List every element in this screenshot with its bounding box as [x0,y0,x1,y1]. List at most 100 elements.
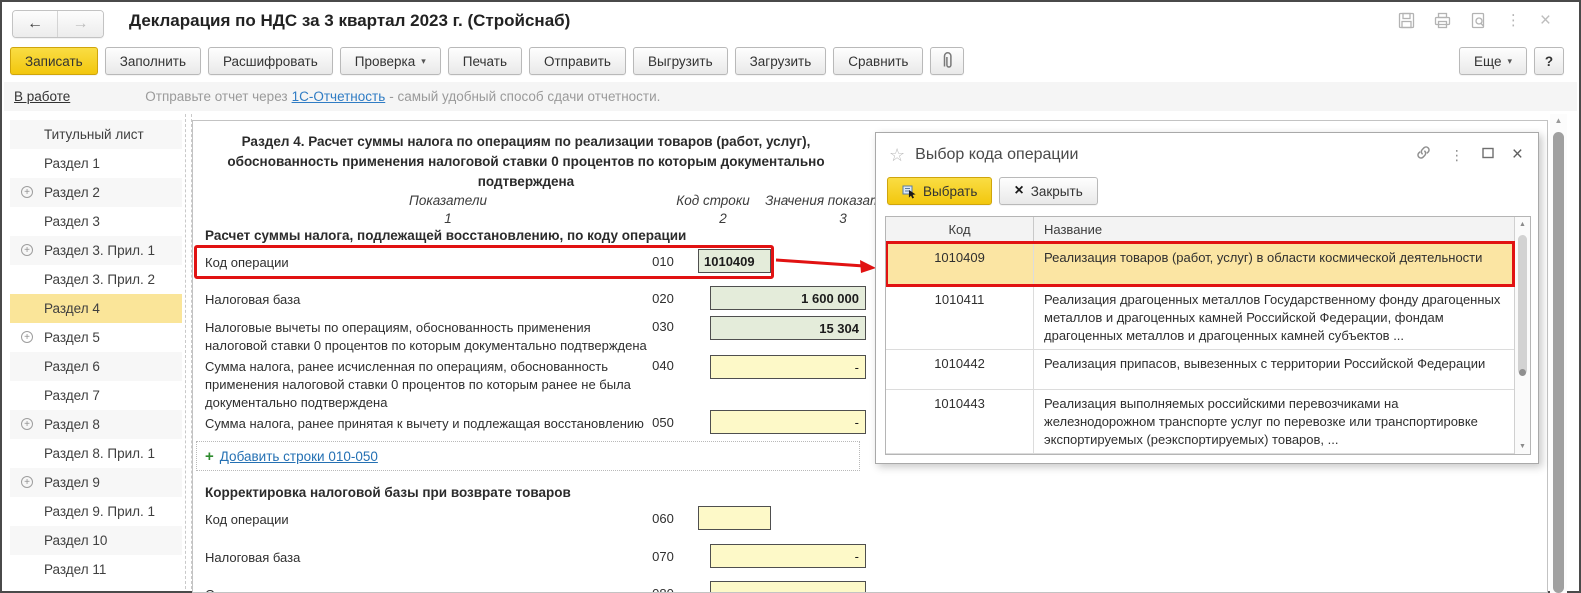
expand-icon[interactable]: + [21,331,33,343]
column-header-indicators: Показатели [409,193,487,208]
status-bar: В работе Отправьте отчет через 1С-Отчетн… [4,82,1577,111]
sidebar-item-section8-app1[interactable]: Раздел 8. Прил. 1 [10,439,182,468]
tax-base-field-070[interactable]: - [710,544,866,568]
section-header-correction: Корректировка налоговой базы при возврат… [205,485,571,500]
line-code: 030 [652,319,674,334]
decipher-button[interactable]: Расшифровать [207,47,333,75]
sidebar-item-section9[interactable]: + Раздел 9 [10,468,182,497]
report-status-link[interactable]: В работе [14,89,70,104]
operation-code-dialog: ☆ Выбор кода операции ⋮ × Выбрать × Закр… [875,132,1539,464]
more-button[interactable]: Еще ▾ [1459,47,1527,75]
title-bar: ← → Декларация по НДС за 3 квартал 2023 … [2,2,1579,44]
sidebar-item-section4[interactable]: Раздел 4 [10,294,182,323]
more-menu-icon[interactable]: ⋮ [1506,12,1521,29]
scrollbar-thumb[interactable] [1518,235,1527,375]
add-rows-box: + Добавить строки 010-050 [196,441,860,471]
table-row-1010442[interactable]: 1010442 Реализация припасов, вывезенных … [886,350,1514,390]
operation-code-field[interactable]: 1010409 [698,249,771,273]
close-button[interactable]: × Закрыть [999,177,1098,205]
attachments-button[interactable] [930,47,965,75]
1c-reporting-link[interactable]: 1С-Отчетность [292,89,386,104]
favorite-star-icon[interactable]: ☆ [889,145,905,166]
dropdown-arrow-icon: ▾ [1507,55,1512,66]
dialog-header: ☆ Выбор кода операции ⋮ × [876,133,1538,177]
app-window: ← → Декларация по НДС за 3 квартал 2023 … [0,0,1581,593]
sidebar-item-section11[interactable]: Раздел 11 [10,555,182,584]
expand-icon[interactable]: + [21,244,33,256]
column-number: 1 [444,211,452,226]
save-button[interactable]: Записать [10,47,98,75]
operation-code-field-060[interactable] [698,506,771,530]
dropdown-arrow-icon: ▾ [421,55,426,66]
table-scrollbar[interactable]: ▲ ▼ [1514,217,1530,454]
fill-button[interactable]: Заполнить [104,47,201,75]
table-row-1010409[interactable]: 1010409 Реализация товаров (работ, услуг… [886,241,1515,287]
sidebar-item-section3-app1[interactable]: + Раздел 3. Прил. 1 [10,236,182,265]
line-code: 070 [652,549,674,564]
line-code: 060 [652,511,674,526]
print-button[interactable]: Печать [447,47,522,75]
send-button[interactable]: Отправить [528,47,626,75]
maximize-icon[interactable] [1482,146,1494,164]
export-button[interactable]: Выгрузить [632,47,728,75]
expand-icon[interactable]: + [21,476,33,488]
dialog-buttons: Выбрать × Закрыть [887,177,1105,205]
forward-arrow-icon: → [72,15,89,32]
tax-previously-calculated-field[interactable]: - [710,355,866,379]
sidebar-item-section8[interactable]: + Раздел 8 [10,410,182,439]
table-row-1010443[interactable]: 1010443 Реализация выполняемых российски… [886,390,1514,454]
table-row-1010411[interactable]: 1010411 Реализация драгоценных металлов … [886,286,1514,350]
import-button[interactable]: Загрузить [734,47,827,75]
scrollbar-grip [1519,369,1526,376]
select-button[interactable]: Выбрать [887,177,993,205]
column-header-code[interactable]: Код [886,217,1034,243]
sidebar-item-section10[interactable]: Раздел 10 [10,526,182,555]
dialog-close-icon[interactable]: × [1512,144,1523,166]
tax-base-field[interactable]: 1 600 000 [710,286,866,310]
page-title: Декларация по НДС за 3 квартал 2023 г. (… [129,11,571,30]
sidebar-item-section3-app2[interactable]: Раздел 3. Прил. 2 [10,265,182,294]
sidebar-item-section7[interactable]: Раздел 7 [10,381,182,410]
tax-restore-field-080[interactable]: - [710,581,866,592]
dialog-title: Выбор кода операции [915,146,1079,163]
plus-icon: + [205,447,214,465]
line-code: 080 [638,586,688,592]
print-icon[interactable] [1434,12,1451,29]
scroll-up-icon[interactable]: ▲ [1550,116,1567,125]
sidebar-item-section3[interactable]: Раздел 3 [10,207,182,236]
dialog-menu-icon[interactable]: ⋮ [1450,147,1464,164]
link-icon[interactable] [1415,144,1432,166]
close-x-icon: × [1014,182,1024,199]
sidebar-item-section2[interactable]: + Раздел 2 [10,178,182,207]
nav-history-group: ← → [12,10,104,38]
sidebar-item-title-page[interactable]: Титульный лист [10,120,182,149]
section4-title: Раздел 4. Расчет суммы налога по операци… [227,134,825,189]
check-button[interactable]: Проверка ▾ [339,47,441,75]
tax-restore-field[interactable]: - [710,410,866,434]
tax-deductions-field[interactable]: 15 304 [710,316,866,340]
sidebar-item-section5[interactable]: + Раздел 5 [10,323,182,352]
expand-icon[interactable]: + [21,418,33,430]
add-rows-link[interactable]: Добавить строки 010-050 [220,449,378,464]
column-header-name[interactable]: Название [1034,217,1530,243]
operation-codes-table: Код Название 1010409 Реализация товаров … [885,216,1531,455]
scroll-up-icon[interactable]: ▲ [1515,221,1530,228]
save-icon[interactable] [1398,12,1415,29]
compare-button[interactable]: Сравнить [833,47,924,75]
back-button[interactable]: ← [13,11,58,37]
line-code: 040 [652,358,674,373]
window-close-icon[interactable]: × [1540,11,1551,30]
scrollbar-thumb[interactable] [1553,132,1564,593]
help-button[interactable]: ? [1534,47,1564,75]
expand-icon[interactable]: + [21,186,33,198]
scroll-down-icon[interactable]: ▼ [1515,443,1530,450]
preview-icon[interactable] [1470,12,1487,29]
sidebar-item-section6[interactable]: Раздел 6 [10,352,182,381]
sidebar-splitter[interactable] [185,114,192,589]
main-scrollbar[interactable]: ▲ [1550,114,1567,593]
sidebar-item-section9-app1[interactable]: Раздел 9. Прил. 1 [10,497,182,526]
back-arrow-icon: ← [27,15,43,32]
line-code: 020 [652,291,674,306]
forward-button[interactable]: → [58,11,103,37]
sidebar-item-section1[interactable]: Раздел 1 [10,149,182,178]
